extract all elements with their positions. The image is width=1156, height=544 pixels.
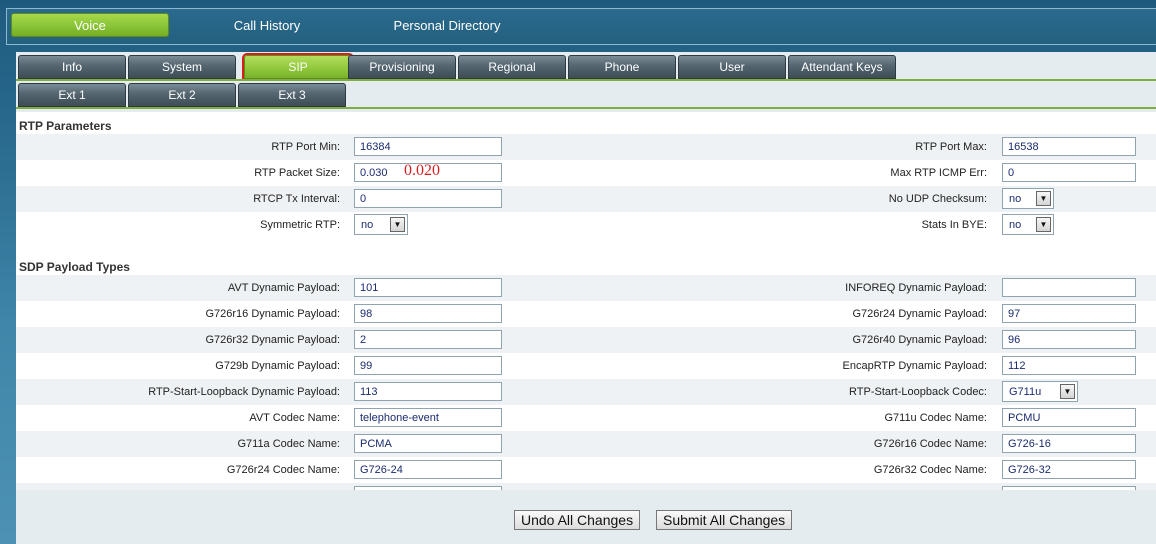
field-label: RTP Port Max: [915,141,987,153]
rtp-start-loopback-codec-select[interactable]: G711u ▼ [1002,381,1078,402]
g726r40-dynamic-payload-input[interactable]: 96 [1002,330,1136,349]
tab-ext-1[interactable]: Ext 1 [18,83,126,107]
tab-sip[interactable]: SIP [244,55,352,79]
main-panel: Info System SIP Provisioning Regional Ph… [16,52,1156,544]
tab-ext-2[interactable]: Ext 2 [128,83,236,107]
tab-row-primary: Info System SIP Provisioning Regional Ph… [16,55,1156,79]
field-label: INFOREQ Dynamic Payload: [845,282,987,294]
symmetric-rtp-select[interactable]: no ▼ [354,214,408,235]
rtcp-tx-interval-input[interactable]: 0 [354,189,502,208]
top-nav-bar: Voice Call History Personal Directory [6,8,1156,45]
tab-system[interactable]: System [128,55,236,79]
field-label: EncapRTP Dynamic Payload: [842,360,988,372]
settings-row: G726r32 Dynamic Payload: 2 G726r40 Dynam… [16,327,1156,353]
tab-user[interactable]: User [678,55,786,79]
field-label: G711a Codec Name: [237,438,340,450]
settings-row-partial [16,483,1156,490]
g711u-codec-name-input[interactable]: PCMU [1002,408,1136,427]
select-value: no [1009,193,1022,205]
field-label: RTP-Start-Loopback Dynamic Payload: [148,386,340,398]
settings-row: AVT Codec Name: telephone-event G711u Co… [16,405,1156,431]
tab-ext-3[interactable]: Ext 3 [238,83,346,107]
encaprtp-dynamic-payload-input[interactable]: 112 [1002,356,1136,375]
field-label: G729b Dynamic Payload: [215,360,340,372]
g726r32-codec-name-input[interactable]: G726-32 [1002,460,1136,479]
dropdown-arrow-icon[interactable]: ▼ [1060,384,1075,399]
field-label: G726r16 Codec Name: [873,438,987,450]
tab-divider [16,107,1156,109]
stats-in-bye-select[interactable]: no ▼ [1002,214,1054,235]
avt-codec-name-input[interactable]: telephone-event [354,408,502,427]
field-label: RTP Port Min: [271,141,340,153]
field-label: AVT Dynamic Payload: [227,282,340,294]
g726r32-dynamic-payload-input[interactable]: 2 [354,330,502,349]
undo-all-changes-button[interactable]: Undo All Changes [514,510,641,530]
field-label: G726r32 Codec Name: [873,464,987,476]
field-label: RTP-Start-Loopback Codec: [849,386,987,398]
select-value: G711u [1009,386,1042,398]
select-value: no [361,219,374,231]
settings-row: Symmetric RTP: no ▼ Stats In BYE: no ▼ [16,212,1156,238]
rtp-port-min-input[interactable]: 16384 [354,137,502,156]
tab-voice[interactable]: Voice [11,13,169,37]
settings-row: RTP Packet Size: 0.030 0.020 Max RTP ICM… [16,160,1156,186]
g726r16-dynamic-payload-input[interactable]: 98 [354,304,502,323]
settings-row: RTP-Start-Loopback Dynamic Payload: 113 … [16,379,1156,405]
submit-all-changes-button[interactable]: Submit All Changes [656,510,793,530]
settings-row: G726r24 Codec Name: G726-24 G726r32 Code… [16,457,1156,483]
rtp-start-loopback-dynamic-payload-input[interactable]: 113 [354,382,502,401]
field-label: G726r24 Dynamic Payload: [852,308,987,320]
select-value: no [1009,219,1022,231]
field-label: G726r32 Dynamic Payload: [205,334,340,346]
dropdown-arrow-icon[interactable]: ▼ [390,217,405,232]
tab-divider [16,79,1156,81]
settings-content: RTP Parameters RTP Port Min: 16384 RTP P… [16,112,1156,490]
g726r16-codec-name-input[interactable]: G726-16 [1002,434,1136,453]
field-label: Max RTP ICMP Err: [890,167,987,179]
field-label: G711u Codec Name: [884,412,987,424]
field-label: G726r24 Codec Name: [226,464,340,476]
tab-row-extensions: Ext 1 Ext 2 Ext 3 [16,83,1156,107]
g726r24-dynamic-payload-input[interactable]: 97 [1002,304,1136,323]
rtp-port-max-input[interactable]: 16538 [1002,137,1136,156]
dropdown-arrow-icon[interactable]: ▼ [1036,217,1051,232]
max-rtp-icmp-err-input[interactable]: 0 [1002,163,1136,182]
field-label: Stats In BYE: [921,219,987,231]
dropdown-arrow-icon[interactable]: ▼ [1036,191,1051,206]
settings-row: RTCP Tx Interval: 0 No UDP Checksum: no … [16,186,1156,212]
field-label: G726r40 Dynamic Payload: [852,334,987,346]
field-label: RTP Packet Size: [254,167,340,179]
section-title-rtp: RTP Parameters [19,119,112,133]
tab-attendant-keys[interactable]: Attendant Keys [788,55,896,79]
no-udp-checksum-select[interactable]: no ▼ [1002,188,1054,209]
g726r24-codec-name-input[interactable]: G726-24 [354,460,502,479]
settings-row: G711a Codec Name: PCMA G726r16 Codec Nam… [16,431,1156,457]
settings-row: G729b Dynamic Payload: 99 EncapRTP Dynam… [16,353,1156,379]
g729b-dynamic-payload-input[interactable]: 99 [354,356,502,375]
avt-dynamic-payload-input[interactable]: 101 [354,278,502,297]
tab-call-history[interactable]: Call History [207,13,327,37]
handwritten-annotation: 0.020 [404,162,440,179]
field-label: AVT Codec Name: [249,412,340,424]
tab-phone[interactable]: Phone [568,55,676,79]
tab-provisioning[interactable]: Provisioning [348,55,456,79]
tab-info[interactable]: Info [18,55,126,79]
settings-row: AVT Dynamic Payload: 101 INFOREQ Dynamic… [16,275,1156,301]
field-label: No UDP Checksum: [888,193,987,205]
tab-regional[interactable]: Regional [458,55,566,79]
action-bar: Undo All Changes Submit All Changes [16,490,1156,544]
field-label: Symmetric RTP: [260,219,340,231]
settings-row: RTP Port Min: 16384 RTP Port Max: 16538 [16,134,1156,160]
section-title-sdp: SDP Payload Types [19,260,130,274]
g711a-codec-name-input[interactable]: PCMA [354,434,502,453]
inforeq-dynamic-payload-input[interactable] [1002,278,1136,297]
settings-row: G726r16 Dynamic Payload: 98 G726r24 Dyna… [16,301,1156,327]
tab-personal-directory[interactable]: Personal Directory [377,13,517,37]
field-label: G726r16 Dynamic Payload: [205,308,340,320]
field-label: RTCP Tx Interval: [253,193,340,205]
